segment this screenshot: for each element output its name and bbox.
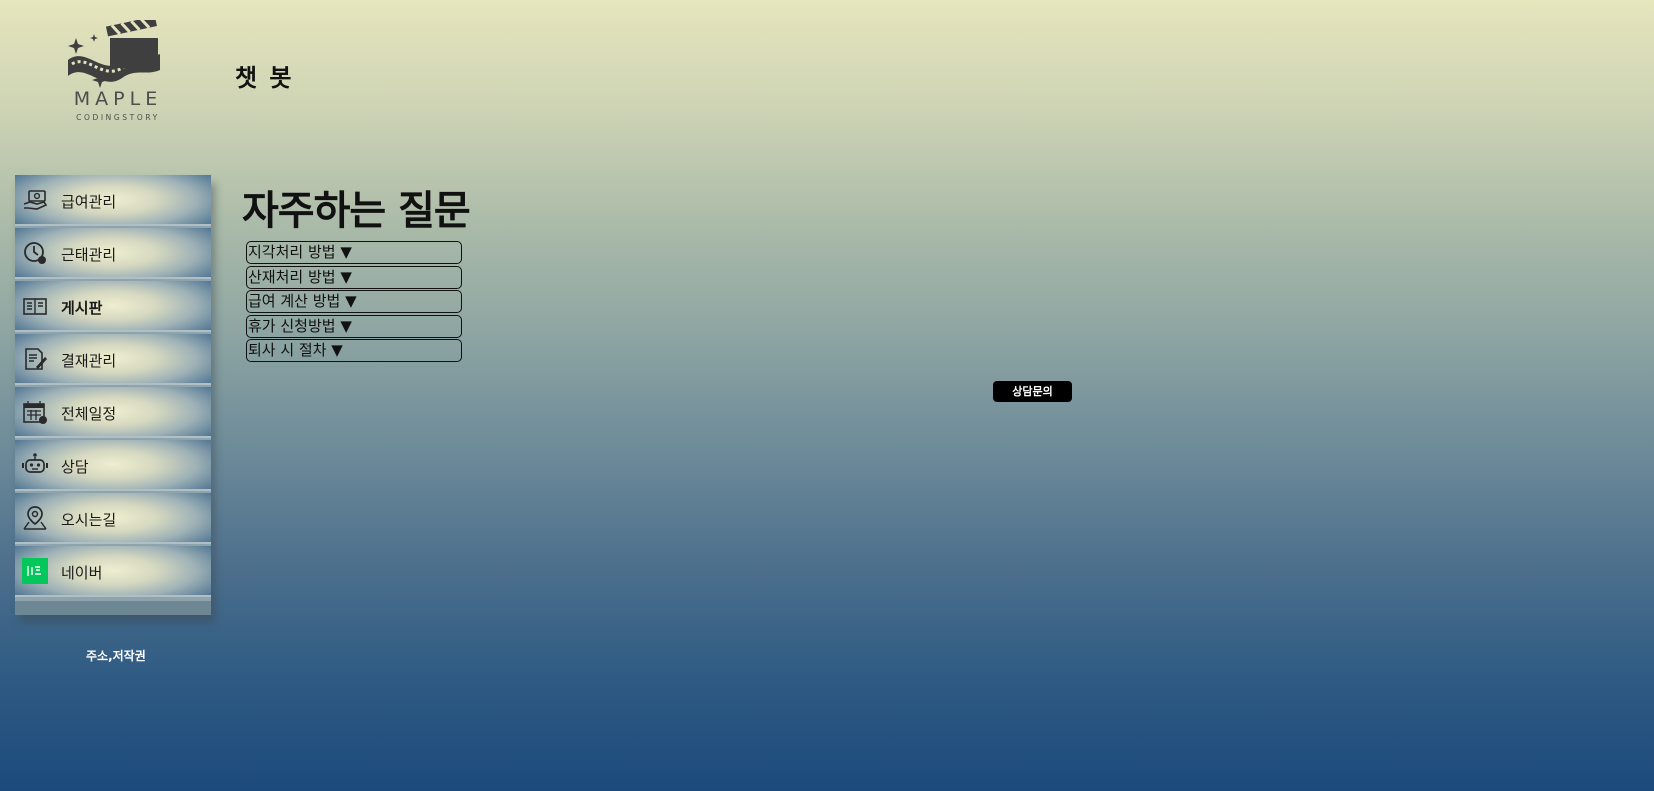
naver-logo-icon — [22, 558, 48, 584]
consult-inquiry-button[interactable]: 상담문의 — [993, 381, 1072, 402]
sidebar-item-label: 오시는길 — [61, 511, 117, 529]
logo-tagline: CODINGSTORY — [76, 113, 160, 122]
sidebar-item-attendance[interactable]: 근태관리 — [15, 228, 211, 279]
sidebar-item-schedule[interactable]: 전체일정 — [15, 387, 211, 438]
clapperboard-film-logo — [68, 20, 160, 88]
calendar-icon — [23, 401, 47, 424]
sidebar-item-label: 근태관리 — [61, 246, 117, 264]
sidebar-item-approval[interactable]: 결재관리 — [15, 334, 211, 385]
logo-name: MAPLE — [73, 88, 163, 110]
sidebar-item-label: 게시판 — [61, 299, 103, 317]
sidebar-item-label: 상담 — [61, 458, 89, 476]
clock-icon — [24, 242, 46, 264]
sidebar-item-label: 급여관리 — [61, 193, 117, 211]
faq-title: 자주하는 질문 — [242, 188, 471, 234]
sidebar-item-label: 네이버 — [61, 564, 103, 582]
footer-copyright: 주소,저작권 — [86, 649, 146, 663]
robot-chat-icon — [22, 453, 48, 473]
sidebar-item-label: 전체일정 — [61, 405, 117, 423]
page-title: 챗 봇 — [235, 64, 294, 92]
faq-item-resignation[interactable]: 퇴사 시 절차 ▼ — [246, 339, 462, 362]
sidebar-item-label: 결재관리 — [61, 352, 117, 370]
sidebar-item-board[interactable]: 게시판 — [15, 281, 211, 332]
sidebar-footer-bar — [15, 601, 211, 615]
faq-item-vacation[interactable]: 휴가 신청방법 ▼ — [246, 314, 462, 338]
sidebar-item-consult[interactable]: 상담 — [15, 440, 211, 491]
sidebar: 급여관리 근태관리 게시판 결재관리 전체일정 상담 오시는길 네이버 — [15, 175, 211, 615]
faq-item-late[interactable]: 지각처리 방법 ▼ — [246, 241, 462, 264]
map-pin-icon — [23, 506, 47, 530]
sidebar-item-directions[interactable]: 오시는길 — [15, 493, 211, 544]
sidebar-item-payroll[interactable]: 급여관리 — [15, 175, 211, 226]
faq-list: 지각처리 방법 ▼ 산재처리 방법 ▼ 급여 계산 방법 ▼ 휴가 신청방법 ▼… — [246, 241, 462, 364]
sidebar-item-naver[interactable]: 네이버 — [15, 546, 211, 597]
board-icon — [23, 298, 47, 315]
faq-item-salary[interactable]: 급여 계산 방법 ▼ — [246, 290, 462, 313]
document-sign-icon — [25, 348, 47, 370]
faq-item-industrial-accident[interactable]: 산재처리 방법 ▼ — [246, 265, 462, 289]
money-hand-icon — [23, 190, 48, 210]
maple-logo[interactable]: MAPLE CODINGSTORY — [60, 20, 180, 128]
